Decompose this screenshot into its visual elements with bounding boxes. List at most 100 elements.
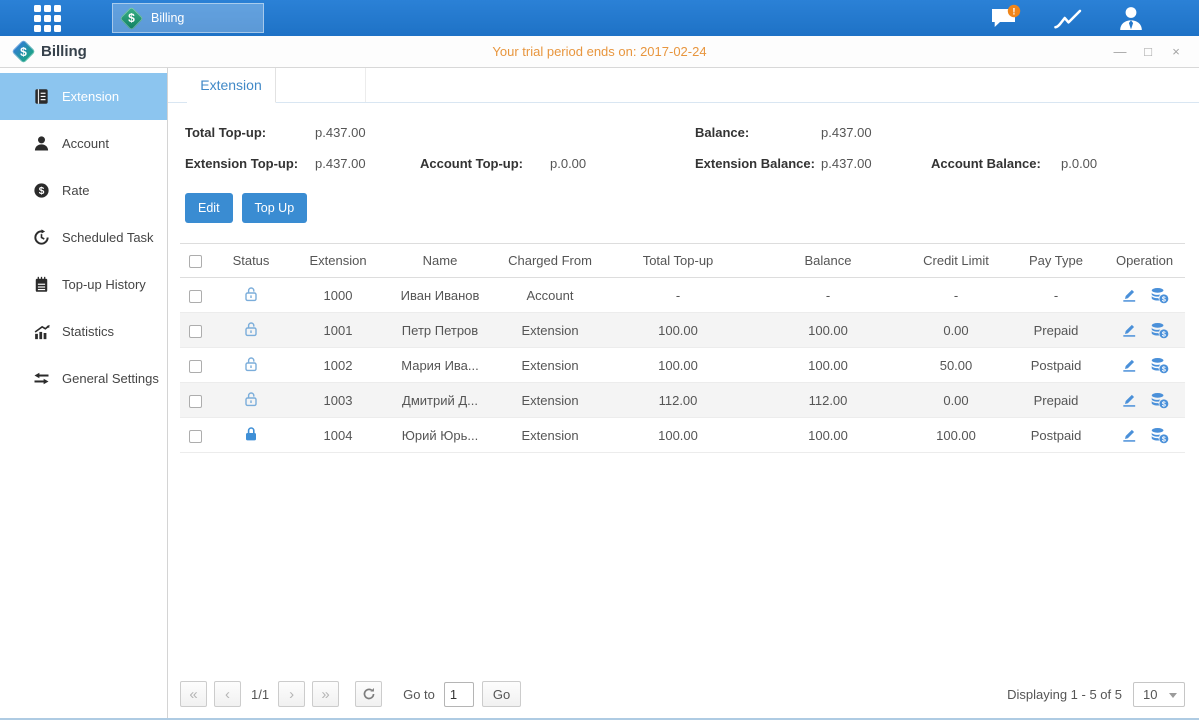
col-total-topup: Total Top-up bbox=[604, 244, 752, 278]
prev-page-button[interactable]: ‹ bbox=[214, 681, 241, 707]
cell-balance: - bbox=[752, 278, 904, 313]
cell-name: Иван Иванов bbox=[384, 278, 496, 313]
cell-extension: 1003 bbox=[292, 383, 384, 418]
cell-balance: 100.00 bbox=[752, 418, 904, 453]
billing-app-icon: $ bbox=[121, 8, 142, 29]
table-row: 1001 Петр Петров Extension 100.00 100.00… bbox=[180, 313, 1185, 348]
apps-grid-icon[interactable] bbox=[34, 5, 70, 31]
tab-extension[interactable]: Extension bbox=[187, 68, 276, 103]
edit-row-icon[interactable] bbox=[1120, 322, 1137, 338]
cell-name: Мария Ива... bbox=[384, 348, 496, 383]
top-up-button[interactable]: Top Up bbox=[242, 193, 308, 223]
notification-badge: ! bbox=[1012, 6, 1015, 17]
page-size-select[interactable]: 10 bbox=[1133, 682, 1185, 707]
last-page-button[interactable]: » bbox=[312, 681, 339, 707]
col-extension: Extension bbox=[292, 244, 384, 278]
refresh-icon bbox=[362, 687, 376, 701]
reports-chart-icon[interactable] bbox=[1052, 4, 1084, 32]
cell-charged-from: Extension bbox=[496, 313, 604, 348]
user-account-icon[interactable] bbox=[1115, 4, 1147, 32]
general-settings-arrows-icon bbox=[33, 370, 50, 387]
cell-pay-type: Prepaid bbox=[1008, 383, 1104, 418]
rate-dollar-icon: $ bbox=[33, 182, 50, 199]
minimize-button[interactable]: — bbox=[1111, 43, 1129, 61]
close-button[interactable]: × bbox=[1167, 43, 1185, 61]
trial-notice: Your trial period ends on: 2017-02-24 bbox=[0, 44, 1199, 59]
maximize-button[interactable]: □ bbox=[1139, 43, 1157, 61]
top-up-row-icon[interactable]: $ bbox=[1150, 287, 1169, 304]
total-topup-value: p.437.00 bbox=[315, 125, 366, 140]
cell-charged-from: Extension bbox=[496, 348, 604, 383]
status-lock-icon bbox=[243, 321, 259, 337]
svg-text:$: $ bbox=[1162, 365, 1166, 373]
col-balance: Balance bbox=[752, 244, 904, 278]
cell-pay-type: Postpaid bbox=[1008, 348, 1104, 383]
cell-credit-limit: - bbox=[904, 278, 1008, 313]
edit-row-icon[interactable] bbox=[1120, 392, 1137, 408]
edit-button[interactable]: Edit bbox=[185, 193, 233, 223]
first-page-button[interactable]: « bbox=[180, 681, 207, 707]
svg-text:$: $ bbox=[39, 186, 45, 197]
sidebar-item-label: General Settings bbox=[62, 371, 159, 386]
cell-name: Петр Петров bbox=[384, 313, 496, 348]
next-page-button[interactable]: › bbox=[278, 681, 305, 707]
top-up-row-icon[interactable]: $ bbox=[1150, 357, 1169, 374]
taskbar-tab-billing[interactable]: $ Billing bbox=[112, 3, 264, 33]
sidebar-item-statistics[interactable]: Statistics bbox=[0, 308, 167, 355]
window-controls: — □ × bbox=[1111, 43, 1185, 61]
top-up-row-icon[interactable]: $ bbox=[1150, 427, 1169, 444]
sidebar-item-topup-history[interactable]: Top-up History bbox=[0, 261, 167, 308]
table-header-row: Status Extension Name Charged From Total… bbox=[180, 244, 1185, 278]
sidebar-item-account[interactable]: Account bbox=[0, 120, 167, 167]
table-row: 1000 Иван Иванов Account - - - - $ bbox=[180, 278, 1185, 313]
notifications-icon[interactable]: ! bbox=[989, 4, 1021, 32]
extension-balance-value: p.437.00 bbox=[821, 156, 931, 171]
cell-credit-limit: 0.00 bbox=[904, 313, 1008, 348]
sidebar-item-scheduled-task[interactable]: Scheduled Task bbox=[0, 214, 167, 261]
select-all-checkbox[interactable] bbox=[189, 255, 202, 268]
cell-charged-from: Extension bbox=[496, 418, 604, 453]
row-checkbox[interactable] bbox=[189, 325, 202, 338]
cell-pay-type: Postpaid bbox=[1008, 418, 1104, 453]
top-up-row-icon[interactable]: $ bbox=[1150, 322, 1169, 339]
cell-total-topup: 100.00 bbox=[604, 348, 752, 383]
edit-row-icon[interactable] bbox=[1120, 427, 1137, 443]
sidebar-item-label: Statistics bbox=[62, 324, 114, 339]
sidebar-item-label: Top-up History bbox=[62, 277, 146, 292]
balance-summary-column: Balance: p.437.00 Extension Balance: p.4… bbox=[695, 117, 1199, 179]
extension-topup-value: p.437.00 bbox=[315, 156, 420, 171]
account-balance-label: Account Balance: bbox=[931, 156, 1061, 171]
page-size-value: 10 bbox=[1143, 687, 1157, 702]
account-balance-value: p.0.00 bbox=[1061, 156, 1097, 171]
action-buttons: Edit Top Up bbox=[168, 179, 1199, 223]
cell-pay-type: - bbox=[1008, 278, 1104, 313]
col-status: Status bbox=[210, 244, 292, 278]
row-checkbox[interactable] bbox=[189, 430, 202, 443]
cell-charged-from: Extension bbox=[496, 383, 604, 418]
window-title: Billing bbox=[41, 43, 87, 60]
row-checkbox[interactable] bbox=[189, 395, 202, 408]
chevron-down-icon bbox=[1169, 693, 1177, 698]
edit-row-icon[interactable] bbox=[1120, 357, 1137, 373]
sidebar-item-extension[interactable]: Extension bbox=[0, 73, 167, 120]
top-up-row-icon[interactable]: $ bbox=[1150, 392, 1169, 409]
refresh-button[interactable] bbox=[355, 681, 382, 707]
row-checkbox[interactable] bbox=[189, 360, 202, 373]
go-button[interactable]: Go bbox=[482, 681, 521, 707]
billing-app-window: $ Billing ! bbox=[0, 0, 1199, 720]
cell-extension: 1001 bbox=[292, 313, 384, 348]
tab-strip-separator bbox=[321, 68, 366, 102]
cell-credit-limit: 50.00 bbox=[904, 348, 1008, 383]
scheduled-task-clock-icon bbox=[33, 229, 50, 246]
edit-row-icon[interactable] bbox=[1120, 287, 1137, 303]
pagination-bar: « ‹ 1/1 › » Go to Go Displaying 1 - 5 of… bbox=[180, 680, 1185, 708]
cell-total-topup: - bbox=[604, 278, 752, 313]
window-title-group: $ Billing bbox=[13, 41, 87, 62]
row-checkbox[interactable] bbox=[189, 290, 202, 303]
sidebar-item-general-settings[interactable]: General Settings bbox=[0, 355, 167, 402]
account-topup-label: Account Top-up: bbox=[420, 156, 550, 171]
goto-page-input[interactable] bbox=[444, 682, 474, 707]
sidebar-item-rate[interactable]: $ Rate bbox=[0, 167, 167, 214]
cell-balance: 112.00 bbox=[752, 383, 904, 418]
total-topup-label: Total Top-up: bbox=[185, 125, 315, 140]
